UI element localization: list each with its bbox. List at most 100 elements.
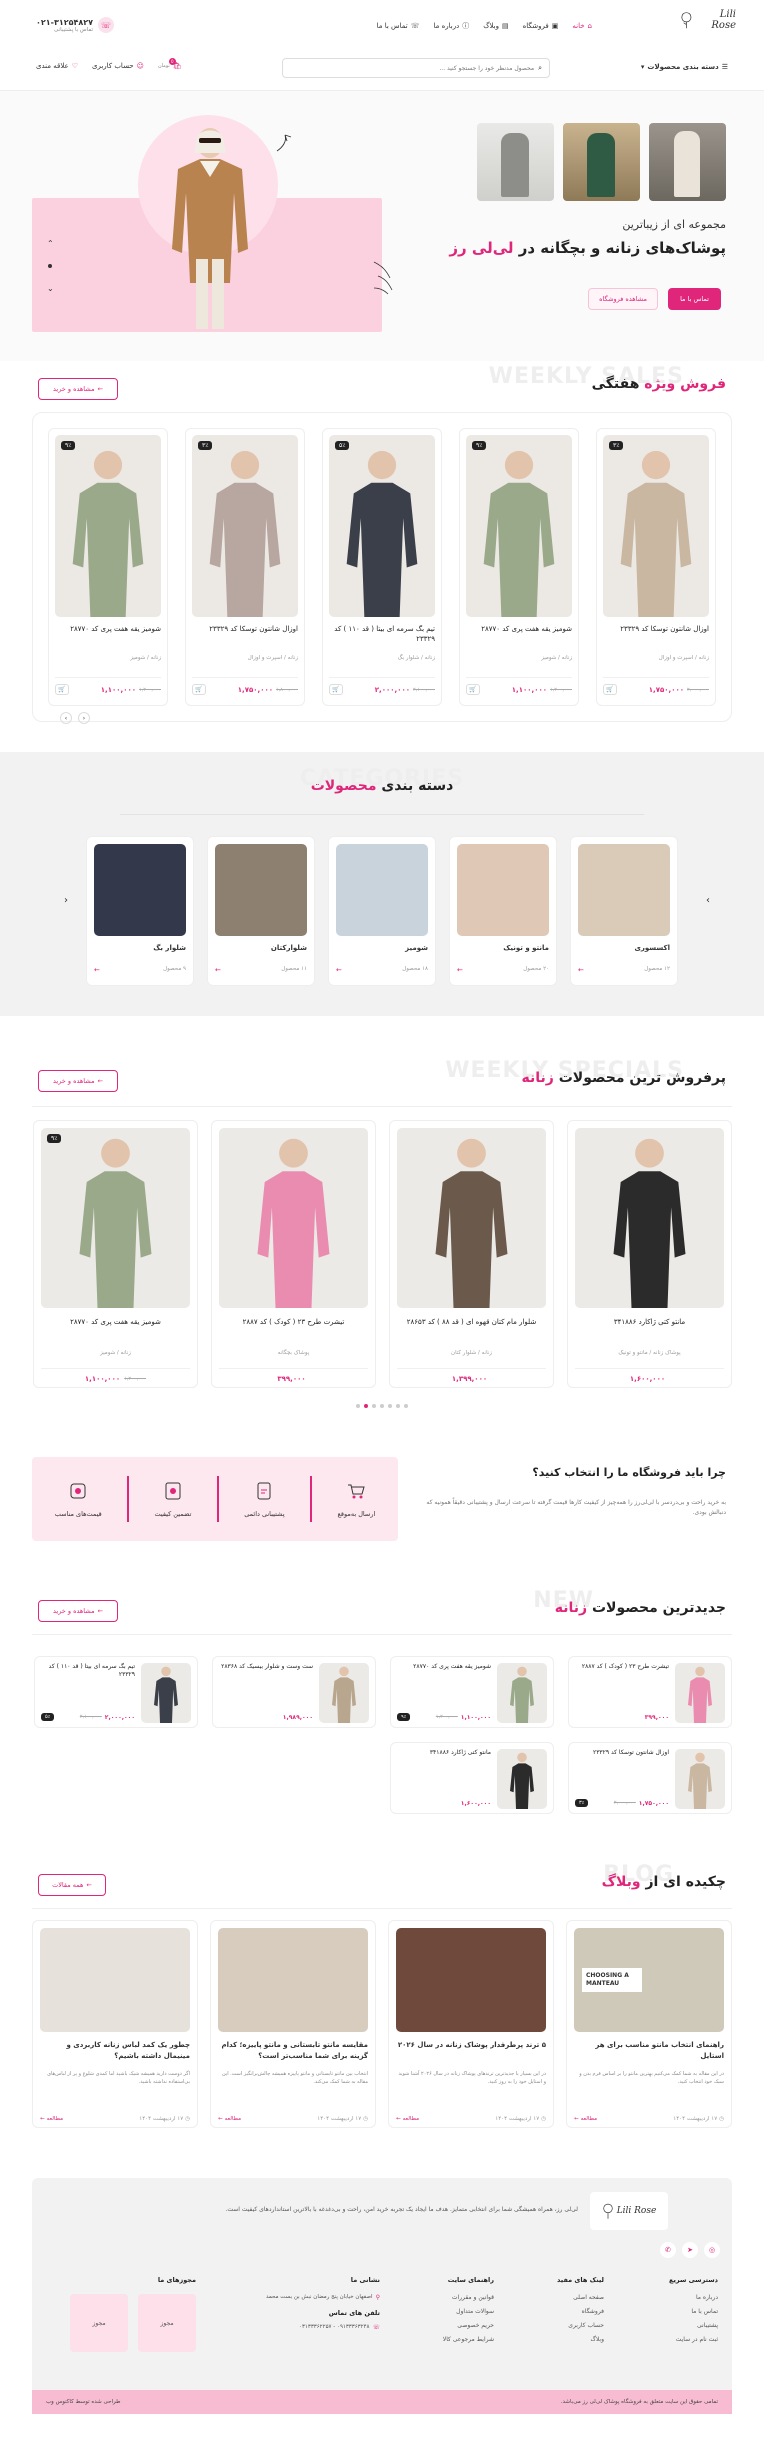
mini-product-card[interactable]: ست وست و شلوار بیسیک کد ۲۸۳۶۸ ۱,۹۸۹,۰۰۰ xyxy=(212,1656,376,1728)
add-to-cart-button[interactable]: 🛒 xyxy=(466,684,480,695)
product-image[interactable] xyxy=(575,1128,724,1308)
product-image[interactable] xyxy=(319,1663,369,1723)
product-title[interactable]: شومیز یقه هفت پری کد ۲۸۷۷۰ xyxy=(397,1663,491,1671)
chevron-up-icon[interactable]: ⌃ xyxy=(47,239,54,248)
category-image[interactable] xyxy=(215,844,307,936)
blog-post-title[interactable]: مقایسه مانتو تابستانی و مانتو پاییزه؛ کد… xyxy=(218,2040,368,2062)
product-card[interactable]: ۹٪ شومیز یقه هفت پری کد ۲۸۷۷۰ زنانه / شومی… xyxy=(459,428,579,706)
footer-link[interactable]: شرایط مرجوعی کالا xyxy=(414,2336,494,2343)
product-card[interactable]: ۳٪ اوزال شانتون توسکا کد ۲۳۳۲۹ زنانه / اسپ… xyxy=(185,428,305,706)
product-card[interactable]: شلوار مام کتان قهوه ای ( قد ۸۸ ) کد ۲۸۶۵… xyxy=(389,1120,554,1388)
product-image[interactable] xyxy=(219,1128,368,1308)
search-box[interactable]: ⌕ xyxy=(282,58,550,78)
mini-product-card[interactable]: مانتو کتی ژاکارد ۳۴۱۸۸۶ ۱,۶۰۰,۰۰۰ xyxy=(390,1742,554,1814)
add-to-cart-button[interactable]: 🛒 xyxy=(603,684,617,695)
chevron-down-icon[interactable]: ⌄ xyxy=(47,284,54,293)
cart-link[interactable]: 🛍 0 تومان xyxy=(158,58,182,70)
blog-post-title[interactable]: ۵ ترند پرطرفدار پوشاک زنانه در سال ۲۰۲۶ xyxy=(396,2040,546,2062)
chevron-right-icon[interactable]: › xyxy=(60,712,72,724)
read-more-link[interactable]: مطالعه ← xyxy=(574,2116,597,2122)
page-dot[interactable] xyxy=(404,1404,408,1408)
category-image[interactable] xyxy=(578,844,670,936)
page-dot[interactable] xyxy=(380,1404,384,1408)
product-title[interactable]: شومیز یقه هفت پری کد ۲۸۷۷۰ xyxy=(466,625,572,651)
read-more-link[interactable]: مطالعه ← xyxy=(396,2116,419,2122)
product-image[interactable] xyxy=(675,1749,725,1809)
arrow-left-icon[interactable]: ← xyxy=(578,966,584,974)
wishlist-link[interactable]: ♡ علاقه مندی xyxy=(36,62,78,70)
telegram-icon[interactable]: ➤ xyxy=(682,2242,698,2258)
category-card[interactable]: شومیز ۱۸ محصول ← xyxy=(328,836,436,986)
product-image[interactable]: ۳٪ xyxy=(603,435,709,617)
category-image[interactable] xyxy=(457,844,549,936)
nav-contact[interactable]: ☏ تماس با ما xyxy=(377,22,420,30)
cat-next-arrow[interactable]: › xyxy=(706,895,710,906)
product-image[interactable]: ۹٪ xyxy=(41,1128,190,1308)
footer-logo[interactable]: Lili Rose xyxy=(590,2192,668,2230)
blog-image[interactable]: CHOOSING A MANTEAU xyxy=(574,1928,724,2032)
product-image[interactable]: ۹٪ xyxy=(55,435,161,617)
footer-link[interactable]: صفحه اصلی xyxy=(524,2294,604,2301)
product-image[interactable] xyxy=(397,1128,546,1308)
product-card[interactable]: ۹٪ شومیز یقه هفت پری کد ۲۸۷۷۰ زنانه / شومی… xyxy=(33,1120,198,1388)
product-title[interactable]: مانتو کتی ژاکارد ۳۴۱۸۸۶ xyxy=(397,1749,491,1757)
hero-thumb-2[interactable] xyxy=(563,123,640,201)
product-image[interactable]: ۳٪ xyxy=(192,435,298,617)
read-more-link[interactable]: مطالعه ← xyxy=(218,2116,241,2122)
page-dot[interactable] xyxy=(388,1404,392,1408)
product-title[interactable]: شلوار مام کتان قهوه ای ( قد ۸۸ ) کد ۲۸۶۵… xyxy=(397,1318,546,1340)
footer-link[interactable]: تماس با ما xyxy=(628,2308,718,2315)
add-to-cart-button[interactable]: 🛒 xyxy=(55,684,69,695)
mini-product-card[interactable]: شومیز یقه هفت پری کد ۲۸۷۷۰ ۱,۱۰۰,۰۰۰ ۱,۲۰۰… xyxy=(390,1656,554,1728)
footer-link[interactable]: سوالات متداول xyxy=(414,2308,494,2315)
footer-link[interactable]: قوانین و مقررات xyxy=(414,2294,494,2301)
footer-link[interactable]: پشتیبانی xyxy=(628,2322,718,2329)
product-title[interactable]: شومیز یقه هفت پری کد ۲۸۷۷۰ xyxy=(41,1318,190,1340)
instagram-icon[interactable]: ◎ xyxy=(704,2242,720,2258)
product-image[interactable] xyxy=(675,1663,725,1723)
product-card[interactable]: ۵٪ تیم بگ سرمه ای بیتا ( قد ۱۱۰ ) کد ۲۳۳۲… xyxy=(322,428,442,706)
add-to-cart-button[interactable]: 🛒 xyxy=(192,684,206,695)
search-icon[interactable]: ⌕ xyxy=(538,64,542,73)
page-dot[interactable] xyxy=(372,1404,376,1408)
page-dot[interactable] xyxy=(396,1404,400,1408)
arrow-left-icon[interactable]: ← xyxy=(94,966,100,974)
category-image[interactable] xyxy=(336,844,428,936)
search-input[interactable] xyxy=(290,64,535,72)
category-card[interactable]: اکسسوری ۱۲ محصول ← xyxy=(570,836,678,986)
blog-view-button[interactable]: ← همه مقالات xyxy=(38,1874,106,1896)
product-card[interactable]: مانتو کتی ژاکارد ۳۴۱۸۸۶ پوشاک زنانه / مان… xyxy=(567,1120,732,1388)
product-image[interactable]: ۹٪ xyxy=(466,435,572,617)
page-dot[interactable] xyxy=(356,1404,360,1408)
logo[interactable]: Lili Rose xyxy=(680,8,736,32)
category-card[interactable]: مانتو و تونیک ۲۰ محصول ← xyxy=(449,836,557,986)
footer-link[interactable]: درباره ما xyxy=(628,2294,718,2301)
product-title[interactable]: اوزال شانتون توسکا کد ۲۳۳۲۹ xyxy=(575,1749,669,1757)
product-title[interactable]: تیم بگ سرمه ای بیتا ( قد ۱۱۰ ) کد ۲۳۳۲۹ xyxy=(329,625,435,651)
designer-credit[interactable]: طراحی شده توسط کاکتوس وب xyxy=(46,2399,120,2405)
blog-post-title[interactable]: چطور یک کمد لباس زنانه کاربردی و مینیمال… xyxy=(40,2040,190,2062)
newest-view-button[interactable]: ← مشاهده و خرید xyxy=(38,1600,118,1622)
product-image[interactable] xyxy=(497,1663,547,1723)
product-image[interactable]: ۵٪ xyxy=(329,435,435,617)
categories-menu[interactable]: ☰ دسته بندی محصولات ▾ xyxy=(641,63,728,71)
account-link[interactable]: ☺ حساب کاربری xyxy=(92,62,144,70)
mini-product-card[interactable]: اوزال شانتون توسکا کد ۲۳۳۲۹ ۱,۷۵۰,۰۰۰ ۲,۰۰… xyxy=(568,1742,732,1814)
nav-shop[interactable]: ▣ فروشگاه xyxy=(523,22,559,30)
hero-thumb-3[interactable] xyxy=(477,123,554,201)
chevron-left-icon[interactable]: ‹ xyxy=(78,712,90,724)
blog-card[interactable]: ۵ ترند پرطرفدار پوشاک زنانه در سال ۲۰۲۶ د… xyxy=(388,1920,554,2128)
product-card[interactable]: تیشرت طرح ۲۳ ( کودک ) کد ۲۸۸۷ پوشاک بچگان… xyxy=(211,1120,376,1388)
slider-dot-active-icon[interactable] xyxy=(48,264,53,268)
read-more-link[interactable]: مطالعه ← xyxy=(40,2116,63,2122)
product-title[interactable]: اوزال شانتون توسکا کد ۲۳۳۲۹ xyxy=(192,625,298,651)
blog-card[interactable]: مقایسه مانتو تابستانی و مانتو پاییزه؛ کد… xyxy=(210,1920,376,2128)
product-title[interactable]: اوزال شانتون توسکا کد ۲۳۳۲۹ xyxy=(603,625,709,651)
license-badge[interactable]: مجوز xyxy=(70,2294,128,2352)
whatsapp-icon[interactable]: ✆ xyxy=(660,2242,676,2258)
support-phone[interactable]: ☏ ۰۲۱-۳۱۲۵۴۸۲۷ تماس با پشتیبانی xyxy=(36,17,115,33)
product-title[interactable]: شومیز یقه هفت پری کد ۲۸۷۷۰ xyxy=(55,625,161,651)
footer-phones[interactable]: ☏ ۰۹۱۳۳۳۶۳۲۴۸ - ۰۳۱۳۳۳۶۲۲۵۷ xyxy=(230,2324,380,2331)
product-title[interactable]: تیشرت طرح ۲۳ ( کودک ) کد ۲۸۸۷ xyxy=(575,1663,669,1671)
blog-image[interactable] xyxy=(218,1928,368,2032)
